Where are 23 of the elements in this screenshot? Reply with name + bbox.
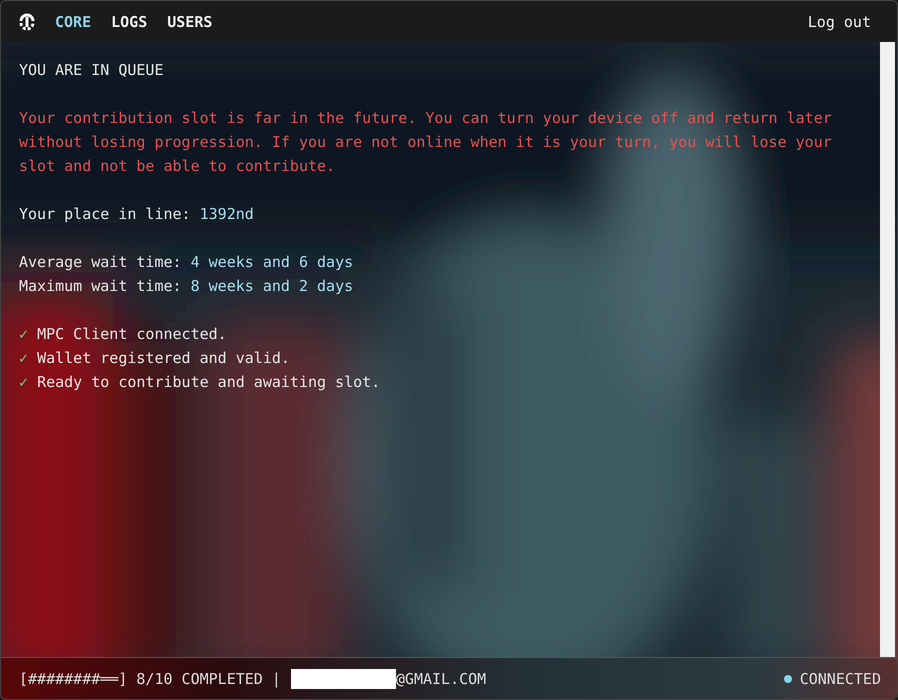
- connection-status: CONNECTED: [800, 670, 881, 688]
- check-text: Wallet registered and valid.: [37, 349, 290, 367]
- warning-text: Your contribution slot is far in the future. You can turn your device off and return later without losing progression. If you are not online when it is your turn, you will lose your slot and not be able to contribute.: [19, 108, 833, 177]
- email-text: @GMAIL.COM: [396, 670, 486, 688]
- nav-tab[interactable]: USERS: [161, 8, 222, 34]
- scrollbar[interactable]: [880, 42, 895, 657]
- nav-tab[interactable]: CORE: [49, 8, 102, 34]
- wait-label: Maximum wait time:: [19, 277, 182, 295]
- check-text: Ready to contribute and awaiting slot.: [37, 373, 380, 391]
- wait-label: Average wait time:: [19, 253, 182, 271]
- check-mark: ✓: [19, 325, 28, 343]
- logout-button[interactable]: Log out: [802, 8, 881, 34]
- check-mark: ✓: [19, 373, 28, 391]
- wait-value: 8 weeks and 2 days: [190, 277, 354, 295]
- nav-tab[interactable]: LOGS: [105, 8, 158, 34]
- check-text: MPC Client connected.: [37, 325, 227, 343]
- place-label: Your place in line:: [19, 205, 191, 223]
- wait-value: 4 weeks and 6 days: [190, 253, 354, 271]
- queue-heading: YOU ARE IN QUEUE: [19, 60, 164, 81]
- check-mark: ✓: [19, 349, 28, 367]
- progress-text: [########══] 8/10 COMPLETED |: [19, 670, 281, 688]
- place-value: 1392nd: [200, 205, 254, 223]
- logo-icon: [17, 12, 37, 32]
